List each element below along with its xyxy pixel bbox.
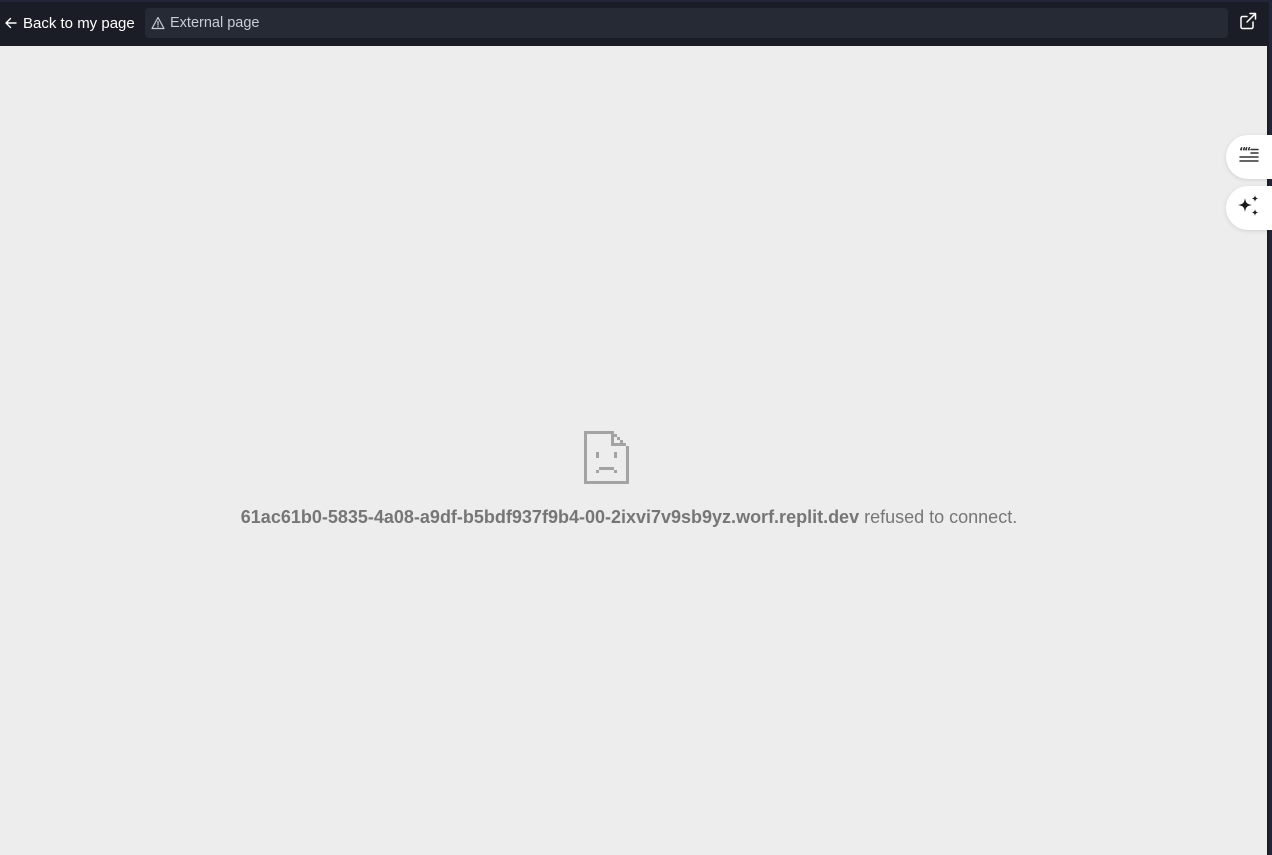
url-bar[interactable]: External page: [145, 8, 1228, 38]
top-bar: Back to my page External page: [0, 0, 1272, 46]
ai-assist-button[interactable]: [1226, 186, 1272, 230]
open-external-button[interactable]: [1236, 11, 1260, 35]
error-message: 61ac61b0-5835-4a08-a9df-b5bdf937f9b4-00-…: [0, 507, 1258, 528]
back-link-label: Back to my page: [23, 14, 135, 32]
quote-list-icon: “ “: [1238, 144, 1260, 171]
error-text: refused to connect.: [859, 507, 1018, 527]
top-bar-stripe: [0, 0, 1272, 2]
svg-text:“: “: [1244, 145, 1251, 158]
back-to-my-page-link[interactable]: Back to my page: [4, 13, 135, 33]
arrow-left-icon: [4, 16, 18, 30]
error-host: 61ac61b0-5835-4a08-a9df-b5bdf937f9b4-00-…: [240, 507, 860, 527]
external-link-icon: [1238, 11, 1258, 36]
quote-button[interactable]: “ “: [1226, 135, 1272, 179]
sad-document-icon: [584, 431, 629, 484]
warning-triangle-icon: [151, 16, 165, 30]
url-bar-label: External page: [170, 15, 260, 31]
sparkles-icon: [1236, 193, 1262, 224]
